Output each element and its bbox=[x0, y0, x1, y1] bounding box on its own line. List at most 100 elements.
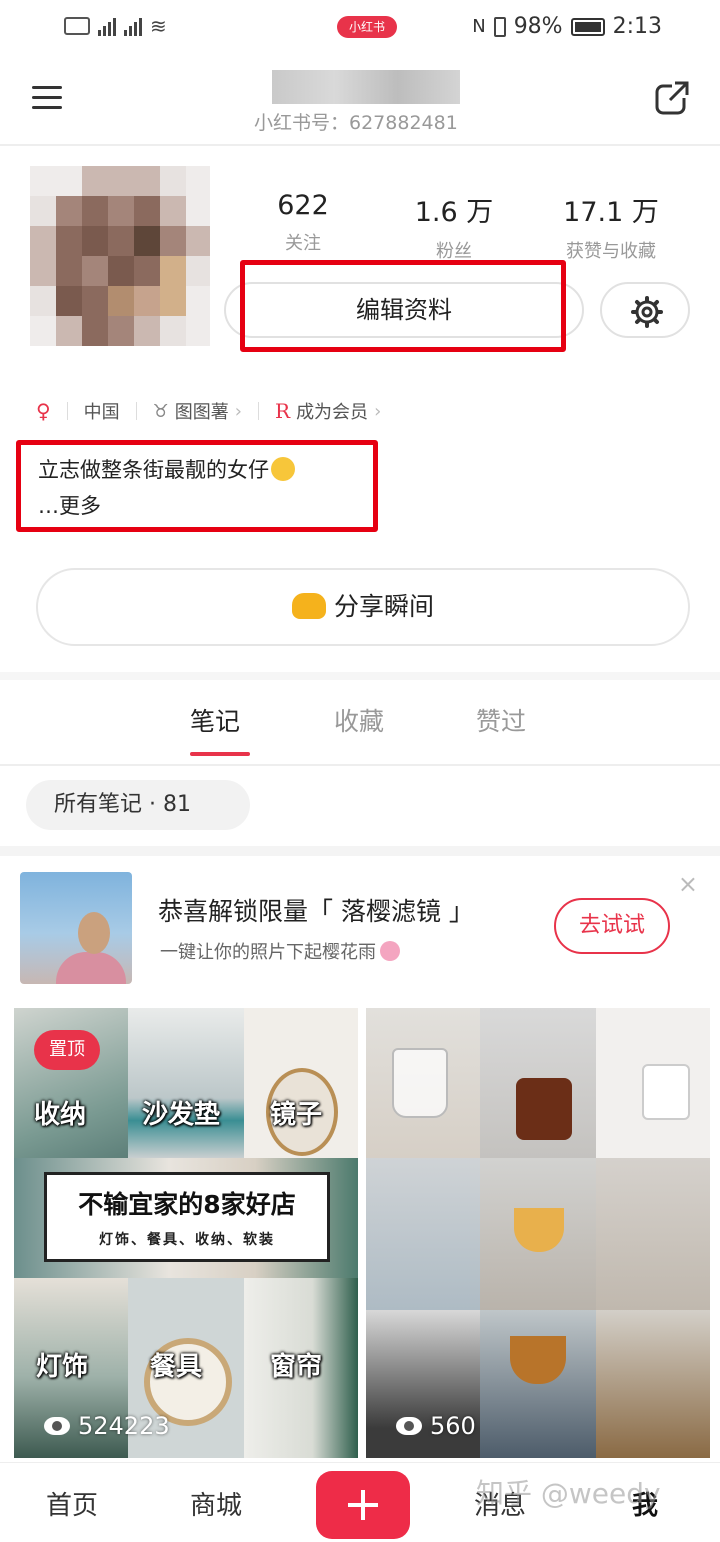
view-count-value: 560 bbox=[430, 1412, 476, 1440]
chevron-right-icon: › bbox=[234, 400, 242, 422]
clock: 2:13 bbox=[612, 14, 662, 39]
avatar-pixel bbox=[186, 316, 210, 346]
stat-likes-value: 17.1 万 bbox=[563, 197, 659, 228]
nfc-icon: N bbox=[472, 16, 486, 37]
avatar-pixel bbox=[160, 286, 186, 316]
filter-promo-card[interactable]: 恭喜解锁限量「 落樱滤镜 」 一键让你的照片下起樱花雨 去试试 × bbox=[8, 858, 712, 998]
avatar-pixel bbox=[160, 226, 186, 256]
eye-icon bbox=[396, 1417, 422, 1435]
settings-button[interactable] bbox=[600, 282, 690, 338]
tag-location[interactable]: 中国 bbox=[84, 398, 120, 424]
avatar-pixel bbox=[30, 166, 56, 196]
stat-likes[interactable]: 17.1 万 获赞与收藏 bbox=[541, 190, 681, 263]
avatar-pixel bbox=[108, 286, 134, 316]
avatar[interactable] bbox=[30, 166, 210, 346]
note-collage-cell bbox=[480, 1310, 596, 1458]
avatar-pixel bbox=[56, 196, 82, 226]
note-banner: 不输宜家的8家好店 灯饰、餐具、收纳、软装 bbox=[44, 1172, 330, 1262]
try-filter-button[interactable]: 去试试 bbox=[554, 898, 670, 954]
avatar-pixel bbox=[160, 316, 186, 346]
battery-icon bbox=[570, 17, 605, 36]
avatar-pixel bbox=[30, 256, 56, 286]
stat-following[interactable]: 622 关注 bbox=[233, 190, 373, 255]
avatar-pixel bbox=[108, 316, 134, 346]
avatar-pixel bbox=[56, 166, 82, 196]
sim-icon bbox=[64, 17, 90, 35]
category-label: 餐具 bbox=[150, 1352, 203, 1382]
tab-active-indicator bbox=[190, 752, 250, 756]
avatar-pixel bbox=[186, 196, 210, 226]
tag-zodiac-label: 图图薯 bbox=[174, 402, 229, 423]
tag-member[interactable]: R 成为会员 › bbox=[275, 398, 381, 424]
gender-icon: ♀ bbox=[36, 399, 51, 423]
view-count: 524223 bbox=[44, 1412, 170, 1440]
note-collage-cell bbox=[596, 1008, 710, 1158]
vibrate-icon bbox=[493, 16, 506, 37]
avatar-pixel bbox=[186, 286, 210, 316]
banner-title: 不输宜家的8家好店 bbox=[78, 1190, 296, 1219]
category-label: 镜子 bbox=[270, 1100, 323, 1130]
avatar-pixel bbox=[30, 286, 56, 316]
close-icon[interactable]: × bbox=[678, 870, 698, 898]
promo-subtitle-text: 一键让你的照片下起樱花雨 bbox=[160, 942, 376, 963]
section-divider bbox=[0, 846, 720, 856]
avatar-pixel bbox=[30, 316, 56, 346]
share-moment-button[interactable]: 分享瞬间 bbox=[36, 568, 690, 646]
avatar-pixel bbox=[134, 316, 160, 346]
nav-mall[interactable]: 商城 bbox=[190, 1485, 242, 1522]
user-id: 小红书号：627882481 bbox=[254, 112, 458, 134]
section-divider bbox=[0, 672, 720, 680]
avatar-pixel bbox=[186, 256, 210, 286]
category-label: 收纳 bbox=[34, 1100, 87, 1130]
app-badge: 小红书 bbox=[337, 16, 397, 38]
promo-subtitle: 一键让你的照片下起樱花雨 bbox=[160, 938, 400, 964]
avatar-pixel bbox=[108, 166, 134, 196]
highlight-box-edit bbox=[240, 260, 566, 352]
promo-thumbnail bbox=[20, 872, 132, 984]
promo-title: 恭喜解锁限量「 落樱滤镜 」 bbox=[158, 897, 474, 926]
tab-notes[interactable]: 笔记 bbox=[190, 702, 240, 738]
share-external-icon[interactable] bbox=[654, 80, 690, 116]
avatar-pixel bbox=[160, 256, 186, 286]
pinned-badge: 置顶 bbox=[34, 1030, 100, 1070]
banner-subtitle: 灯饰、餐具、收纳、软装 bbox=[99, 1232, 275, 1248]
avatar-pixel bbox=[134, 256, 160, 286]
signal-icon bbox=[98, 16, 116, 36]
avatar-pixel bbox=[82, 226, 108, 256]
battery-percent: 98% bbox=[513, 14, 563, 39]
avatar-pixel bbox=[160, 166, 186, 196]
avatar-pixel bbox=[186, 226, 210, 256]
hamburger-menu-icon[interactable] bbox=[32, 86, 62, 112]
tab-collections[interactable]: 收藏 bbox=[334, 702, 384, 738]
notes-filter-chip[interactable]: 所有笔记 · 81 bbox=[26, 780, 250, 830]
highlight-box-bio bbox=[16, 440, 378, 532]
stat-followers[interactable]: 1.6 万 粉丝 bbox=[384, 190, 524, 263]
avatar-pixel bbox=[82, 196, 108, 226]
tab-liked[interactable]: 赞过 bbox=[476, 702, 526, 738]
note-card[interactable]: 560 bbox=[366, 1008, 710, 1458]
gear-icon bbox=[631, 296, 663, 328]
avatar-pixel bbox=[30, 226, 56, 256]
avatar-pixel bbox=[134, 286, 160, 316]
note-card[interactable]: 置顶 收纳 沙发垫 镜子 不输宜家的8家好店 灯饰、餐具、收纳、软装 灯饰 餐具… bbox=[14, 1008, 358, 1458]
avatar-pixel bbox=[108, 226, 134, 256]
avatar-pixel bbox=[82, 166, 108, 196]
avatar-pixel bbox=[56, 316, 82, 346]
avatar-pixel bbox=[30, 196, 56, 226]
note-collage-cell bbox=[244, 1008, 358, 1158]
tag-location-label: 中国 bbox=[83, 402, 120, 423]
status-left-icons: ≋ bbox=[64, 14, 167, 38]
note-collage-cell bbox=[480, 1008, 596, 1158]
nav-home[interactable]: 首页 bbox=[46, 1485, 98, 1522]
note-collage-cell bbox=[480, 1158, 596, 1310]
avatar-pixel bbox=[82, 286, 108, 316]
tag-zodiac[interactable]: ♉ 图图薯 › bbox=[153, 398, 242, 424]
raised-hands-icon bbox=[291, 593, 326, 619]
create-post-button[interactable] bbox=[316, 1471, 410, 1539]
avatar-pixel bbox=[56, 256, 82, 286]
glass-shape bbox=[516, 1078, 572, 1140]
avatar-pixel bbox=[134, 166, 160, 196]
wifi-icon: ≋ bbox=[150, 14, 167, 38]
zodiac-icon: ♉ bbox=[152, 400, 169, 422]
share-moment-label: 分享瞬间 bbox=[333, 592, 434, 621]
